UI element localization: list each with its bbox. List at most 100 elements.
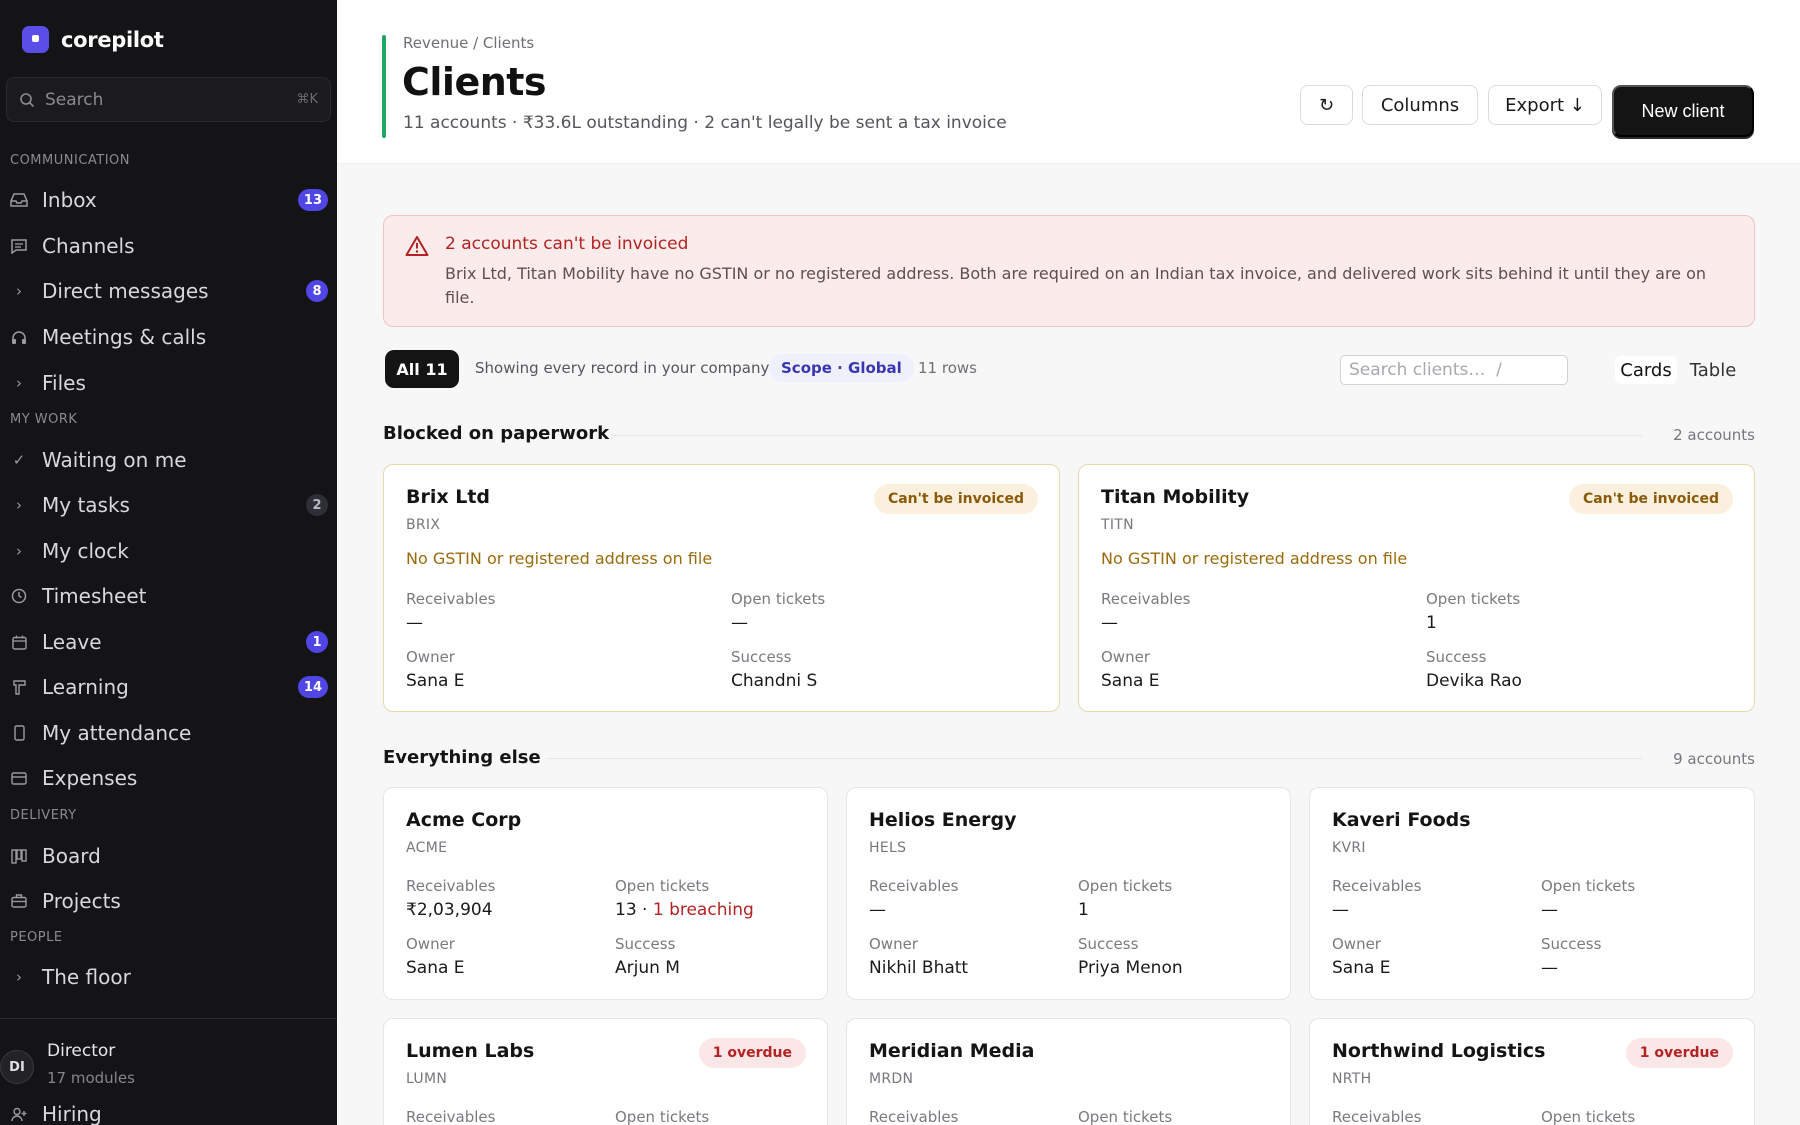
sidebar-item-board[interactable]: Board	[10, 836, 328, 876]
sidebar-item-files[interactable]: › Files	[10, 363, 328, 403]
sidebar-item-leave[interactable]: Leave 1	[10, 622, 328, 662]
sidebar-item-hiring[interactable]: Hiring	[10, 1094, 328, 1125]
client-card[interactable]: Brix Ltd BRIX Can't be invoiced No GSTIN…	[383, 464, 1060, 712]
chevron-right-icon: ›	[16, 282, 22, 300]
new-client-button[interactable]: New client	[1612, 85, 1754, 137]
group-title-else: Everything else	[383, 747, 541, 768]
sidebar-item-my-tasks[interactable]: › My tasks 2	[10, 485, 328, 525]
headset-icon	[10, 328, 28, 346]
owner-label: Owner	[406, 648, 455, 666]
section-my-work: MY WORK	[10, 412, 78, 427]
client-name: Kaveri Foods	[1332, 809, 1471, 831]
receivables-label: Receivables	[1332, 1108, 1422, 1125]
sidebar-item-timesheet[interactable]: Timesheet	[10, 576, 328, 616]
sidebar-item-expenses[interactable]: Expenses	[10, 758, 328, 798]
view-table-toggle[interactable]: Table	[1680, 356, 1746, 384]
filter-note: Showing every record in your company	[475, 359, 770, 377]
client-card[interactable]: Titan Mobility TITN Can't be invoiced No…	[1078, 464, 1755, 712]
refresh-button[interactable]: ↻	[1300, 85, 1353, 125]
user-plus-icon	[10, 1105, 28, 1123]
owner-label: Owner	[1332, 935, 1381, 953]
filter-all-button[interactable]: All 11	[385, 350, 459, 388]
page-subtitle: 11 accounts · ₹33.6L outstanding · 2 can…	[403, 113, 1007, 133]
open-tickets-value: 13 · 1 breaching	[615, 900, 754, 920]
export-button[interactable]: Export ↓	[1488, 85, 1602, 125]
client-card[interactable]: Meridian Media MRDN Receivables Open tic…	[846, 1018, 1291, 1125]
open-tickets-label: Open tickets	[731, 590, 826, 608]
sidebar-item-my-attendance[interactable]: My attendance	[10, 713, 328, 753]
sidebar-search[interactable]: Search ⌘K	[6, 77, 331, 122]
page-header: Revenue / Clients Clients 11 accounts · …	[337, 0, 1800, 164]
columns-button[interactable]: Columns	[1362, 85, 1478, 125]
section-communication: COMMUNICATION	[10, 153, 131, 168]
sidebar-item-label: My attendance	[42, 721, 192, 745]
client-search-input[interactable]	[1340, 355, 1568, 385]
learning-badge: 14	[297, 676, 328, 698]
sidebar-divider	[0, 1018, 337, 1019]
open-tickets-label: Open tickets	[1541, 877, 1636, 895]
client-card[interactable]: Lumen Labs LUMN 1 overdue Receivables Op…	[383, 1018, 828, 1125]
card-icon	[10, 769, 28, 787]
main-content: Revenue / Clients Clients 11 accounts · …	[337, 0, 1800, 1125]
client-name: Titan Mobility	[1101, 486, 1250, 508]
sidebar-item-projects[interactable]: Projects	[10, 881, 328, 921]
receivables-value: ₹2,03,904	[406, 900, 493, 920]
sidebar-item-label: Inbox	[42, 188, 97, 212]
chevron-right-icon: ›	[16, 968, 22, 986]
success-label: Success	[1426, 648, 1487, 666]
logo-icon	[22, 26, 49, 53]
chevron-right-icon: ›	[16, 542, 22, 560]
client-code: NRTH	[1332, 1071, 1372, 1087]
sidebar-item-learning[interactable]: Learning 14	[10, 667, 328, 707]
sidebar-item-waiting-on-me[interactable]: ✓ Waiting on me	[10, 440, 328, 480]
breaching-count[interactable]: 1 breaching	[653, 900, 754, 920]
view-cards-toggle[interactable]: Cards	[1615, 356, 1677, 384]
client-card[interactable]: Helios Energy HELS Receivables — Open ti…	[846, 787, 1291, 1000]
section-people: PEOPLE	[10, 930, 63, 945]
group-count-else: 9 accounts	[1673, 750, 1755, 768]
owner-value: Sana E	[406, 671, 465, 691]
status-badge: Can't be invoiced	[873, 484, 1038, 514]
search-shortcut: ⌘K	[296, 92, 318, 107]
leave-badge: 1	[306, 631, 328, 653]
user-modules: 17 modules	[47, 1069, 135, 1087]
ticket-count: 13 ·	[615, 900, 653, 920]
client-card[interactable]: Acme Corp ACME Receivables ₹2,03,904 Ope…	[383, 787, 828, 1000]
receivables-value: —	[869, 900, 886, 920]
sidebar-item-direct-messages[interactable]: › Direct messages 8	[10, 271, 328, 311]
group-title-blocked: Blocked on paperwork	[383, 423, 610, 444]
scope-chip[interactable]: Scope · Global	[769, 354, 914, 382]
calendar-icon	[10, 633, 28, 651]
avatar[interactable]: DI	[0, 1050, 34, 1084]
success-value: Chandni S	[731, 671, 818, 691]
sidebar-item-my-clock[interactable]: › My clock	[10, 531, 328, 571]
client-code: HELS	[869, 840, 907, 856]
receivables-label: Receivables	[869, 1108, 959, 1125]
group-divider	[547, 758, 1642, 759]
success-label: Success	[1541, 935, 1602, 953]
sidebar-item-inbox[interactable]: Inbox 13	[10, 180, 328, 220]
paperwork-warning: No GSTIN or registered address on file	[1101, 549, 1408, 568]
inbox-badge: 13	[297, 189, 328, 211]
brand[interactable]: corepilot	[22, 26, 164, 53]
client-code: KVRI	[1332, 840, 1366, 856]
receivables-label: Receivables	[406, 590, 496, 608]
breadcrumb[interactable]: Revenue / Clients	[403, 34, 534, 52]
sidebar-item-label: Hiring	[42, 1102, 102, 1125]
alert-title: 2 accounts can't be invoiced	[445, 234, 689, 254]
sidebar: corepilot Search ⌘K COMMUNICATION Inbox …	[0, 0, 337, 1125]
chevron-right-icon: ›	[16, 374, 22, 392]
inbox-icon	[10, 191, 28, 209]
owner-label: Owner	[869, 935, 918, 953]
rows-count: 11 rows	[918, 359, 977, 377]
receivables-value: —	[1101, 613, 1118, 633]
sidebar-item-label: Learning	[42, 675, 129, 699]
sidebar-item-label: My clock	[42, 539, 129, 563]
sidebar-item-label: Channels	[42, 234, 135, 258]
client-card[interactable]: Kaveri Foods KVRI Receivables — Open tic…	[1309, 787, 1755, 1000]
sidebar-item-channels[interactable]: Channels	[10, 226, 328, 266]
client-card[interactable]: Northwind Logistics NRTH 1 overdue Recei…	[1309, 1018, 1755, 1125]
sidebar-item-the-floor[interactable]: › The floor	[10, 957, 328, 997]
sidebar-item-meetings[interactable]: Meetings & calls	[10, 317, 328, 357]
sidebar-item-label: Board	[42, 844, 101, 868]
